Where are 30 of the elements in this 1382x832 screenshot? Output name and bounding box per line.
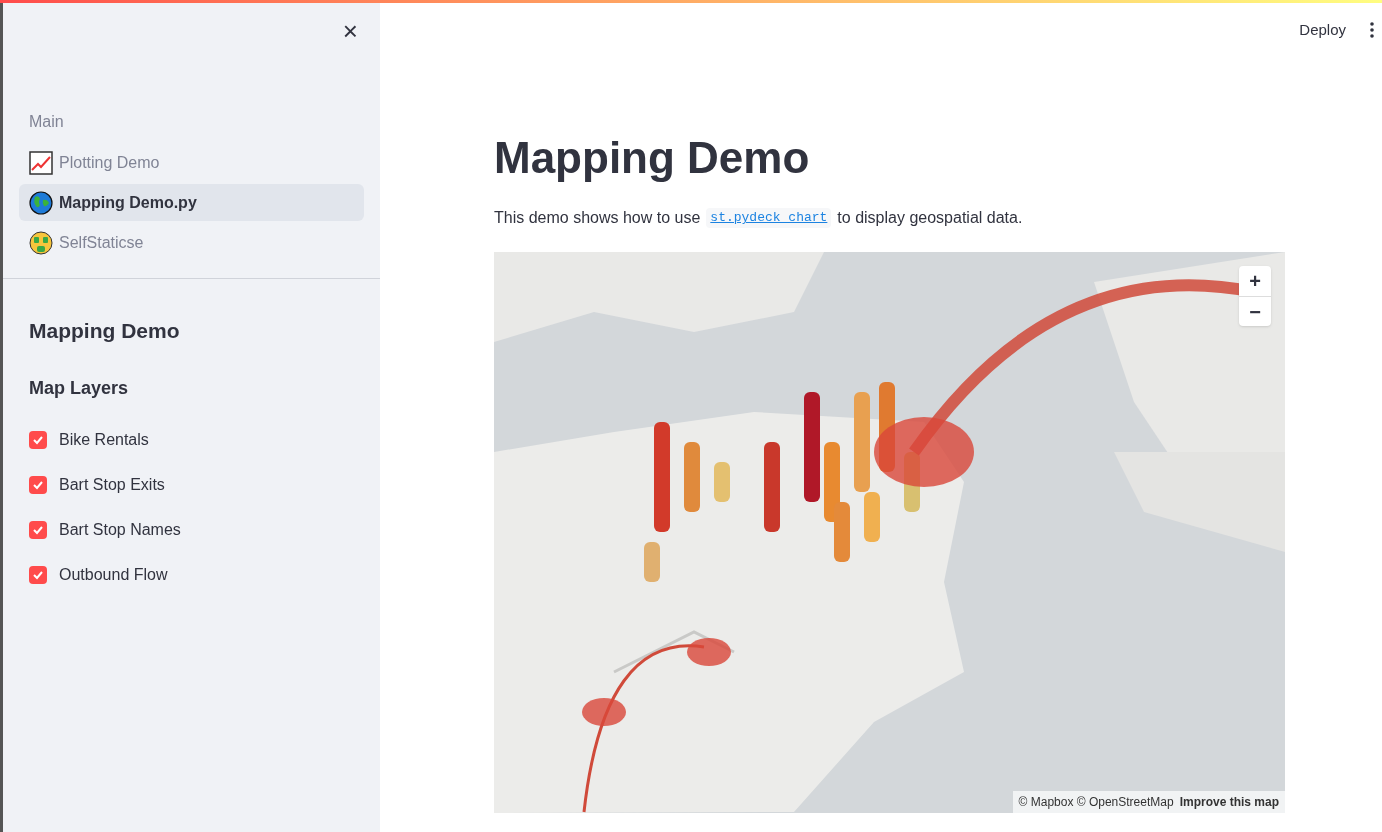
checkbox[interactable] xyxy=(29,476,47,494)
checkbox[interactable] xyxy=(29,521,47,539)
zoom-in-button[interactable]: + xyxy=(1239,266,1271,296)
code-link[interactable]: st.pydeck_chart xyxy=(706,208,832,228)
checkbox[interactable] xyxy=(29,566,47,584)
page-title: Mapping Demo xyxy=(494,136,811,180)
improve-map-link[interactable]: Improve this map xyxy=(1179,793,1279,811)
check-icon xyxy=(32,479,44,491)
checkbox[interactable] xyxy=(29,431,47,449)
nav-item[interactable]: Mapping Demo.py xyxy=(19,184,364,221)
more-menu-icon[interactable] xyxy=(1370,22,1374,38)
checkbox-label: Bike Rentals xyxy=(59,430,149,450)
deploy-button[interactable]: Deploy xyxy=(1295,18,1350,42)
checkbox-label: Outbound Flow xyxy=(59,565,168,585)
zoom-out-button[interactable]: − xyxy=(1239,296,1271,326)
money-face-icon xyxy=(29,230,53,255)
intro-text: to display geospatial data. xyxy=(837,208,1023,228)
layers-heading: Map Layers xyxy=(29,376,130,400)
intro-text: This demo shows how to use xyxy=(494,208,701,228)
attribution-text: © Mapbox © OpenStreetMap xyxy=(1018,794,1174,811)
checkbox-label: Bart Stop Names xyxy=(59,520,181,540)
close-button[interactable]: × xyxy=(338,18,362,44)
check-icon xyxy=(32,524,44,536)
checkbox-label: Bart Stop Exits xyxy=(59,475,165,495)
nav-heading: Main xyxy=(28,112,65,132)
globe-icon xyxy=(29,190,53,215)
check-icon xyxy=(32,569,44,581)
sidebar-title: Mapping Demo xyxy=(29,318,181,344)
check-icon xyxy=(32,434,44,446)
chart-icon xyxy=(29,150,53,175)
